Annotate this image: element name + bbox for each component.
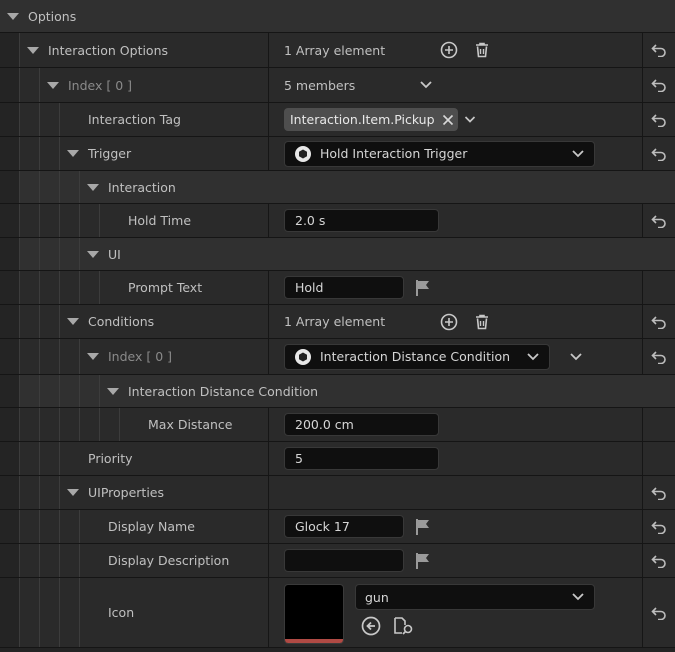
collapse-arrow-icon[interactable] (87, 353, 99, 360)
ui-properties-name[interactable]: UIProperties (67, 476, 164, 509)
reset-to-default-icon[interactable] (648, 476, 670, 509)
collapse-arrow-icon[interactable] (47, 81, 59, 89)
trigger-row: Trigger Hold Interaction Trigger (0, 137, 675, 171)
interaction-tag-label: Interaction Tag (88, 112, 181, 127)
tag-chip[interactable]: Interaction.Item.Pickup (284, 108, 458, 131)
use-selected-asset-icon[interactable] (361, 616, 381, 636)
chevron-down-icon[interactable] (571, 149, 585, 159)
collapse-arrow-icon[interactable] (67, 318, 79, 325)
collapse-arrow-icon[interactable] (7, 12, 19, 20)
trigger-name[interactable]: Trigger (67, 137, 131, 170)
prompt-text-row: Prompt Text Hold (0, 271, 675, 305)
chevron-down-icon[interactable] (526, 352, 540, 362)
collapse-arrow-icon[interactable] (87, 183, 99, 191)
index-0-name[interactable]: Index [ 0 ] (47, 68, 132, 102)
members-dropdown[interactable]: 5 members (284, 68, 433, 102)
reset-to-default-icon[interactable] (648, 103, 670, 136)
class-icon (294, 348, 312, 366)
options-category-row[interactable]: Options (0, 0, 675, 33)
priority-row: Priority 5 (0, 442, 675, 476)
localization-flag-icon[interactable] (414, 552, 432, 570)
interaction-tag-row: Interaction Tag Interaction.Item.Pickup (0, 103, 675, 137)
display-name-input[interactable]: Glock 17 (284, 515, 404, 538)
reset-to-default-icon[interactable] (648, 305, 670, 338)
collapse-arrow-icon[interactable] (67, 150, 79, 157)
browse-asset-icon[interactable] (393, 616, 415, 636)
conditions-row: Conditions 1 Array element (0, 305, 675, 339)
reset-to-default-icon[interactable] (648, 137, 670, 170)
max-distance-row: Max Distance 200.0 cm (0, 408, 675, 442)
conditions-name[interactable]: Conditions (67, 305, 154, 338)
display-name-row: Display Name Glock 17 (0, 510, 675, 544)
priority-input[interactable]: 5 (284, 447, 439, 470)
display-name-label: Display Name (108, 519, 195, 534)
icon-thumbnail[interactable] (284, 584, 344, 644)
collapse-arrow-icon[interactable] (87, 250, 99, 258)
hold-time-row: Hold Time 2.0 s (0, 204, 675, 238)
max-distance-input[interactable]: 200.0 cm (284, 413, 439, 436)
reset-to-default-icon[interactable] (648, 68, 670, 102)
delete-all-icon[interactable] (473, 313, 491, 331)
array-count: 1 Array element (284, 314, 386, 329)
reset-to-default-icon[interactable] (648, 544, 670, 577)
ui-subcategory-row[interactable]: UI (0, 238, 675, 271)
collapse-arrow-icon[interactable] (67, 489, 79, 496)
remove-tag-icon[interactable] (442, 114, 454, 126)
localization-flag-icon[interactable] (414, 279, 432, 297)
distance-condition-subcategory-row[interactable]: Interaction Distance Condition (0, 375, 675, 408)
options-category[interactable]: Options (7, 0, 76, 32)
reset-to-default-icon[interactable] (648, 510, 670, 543)
reset-to-default-icon[interactable] (648, 204, 670, 237)
ui-subcategory[interactable]: UI (87, 238, 121, 270)
icon-row: Icon gun (0, 578, 675, 648)
hold-time-label: Hold Time (128, 213, 192, 228)
ui-properties-row: UIProperties (0, 476, 675, 510)
display-description-label: Display Description (108, 553, 230, 568)
interaction-options-row: Interaction Options 1 Array element (0, 33, 675, 68)
chevron-down-icon[interactable] (419, 80, 433, 90)
delete-all-icon[interactable] (473, 41, 491, 59)
trigger-class-dropdown[interactable]: Hold Interaction Trigger (284, 140, 595, 167)
priority-label: Priority (88, 451, 133, 466)
reset-to-default-icon[interactable] (648, 339, 670, 374)
chevron-down-icon[interactable] (464, 115, 476, 124)
distance-condition-subcategory[interactable]: Interaction Distance Condition (107, 375, 318, 407)
prompt-text-input[interactable]: Hold (284, 276, 404, 299)
max-distance-label: Max Distance (148, 417, 233, 432)
thumbnail-accent-bar (285, 639, 343, 643)
interaction-options-name[interactable]: Interaction Options (27, 33, 168, 67)
condition-index-0-name[interactable]: Index [ 0 ] (87, 339, 172, 374)
add-element-icon[interactable] (440, 313, 458, 331)
display-description-row: Display Description (0, 544, 675, 578)
options-label: Options (28, 8, 77, 24)
element-options-chevron-icon[interactable] (569, 352, 583, 362)
interaction-subcategory[interactable]: Interaction (87, 171, 176, 203)
hold-time-input[interactable]: 2.0 s (284, 209, 439, 232)
chevron-down-icon[interactable] (571, 592, 585, 602)
prompt-text-label: Prompt Text (128, 280, 203, 295)
icon-asset-dropdown[interactable]: gun (355, 584, 595, 610)
reset-to-default-icon[interactable] (648, 33, 670, 67)
localization-flag-icon[interactable] (414, 518, 432, 536)
array-count: 1 Array element (284, 42, 386, 58)
collapse-arrow-icon[interactable] (27, 46, 39, 54)
display-description-input[interactable] (284, 549, 404, 572)
condition-class-dropdown[interactable]: Interaction Distance Condition (284, 343, 550, 370)
index-0-row: Index [ 0 ] 5 members (0, 68, 675, 103)
condition-index-0-row: Index [ 0 ] Interaction Distance Conditi… (0, 339, 675, 375)
icon-label: Icon (108, 605, 135, 620)
interaction-subcategory-row[interactable]: Interaction (0, 171, 675, 204)
add-element-icon[interactable] (440, 41, 458, 59)
class-icon (294, 145, 312, 163)
reset-to-default-icon[interactable] (648, 578, 670, 647)
collapse-arrow-icon[interactable] (107, 387, 119, 395)
